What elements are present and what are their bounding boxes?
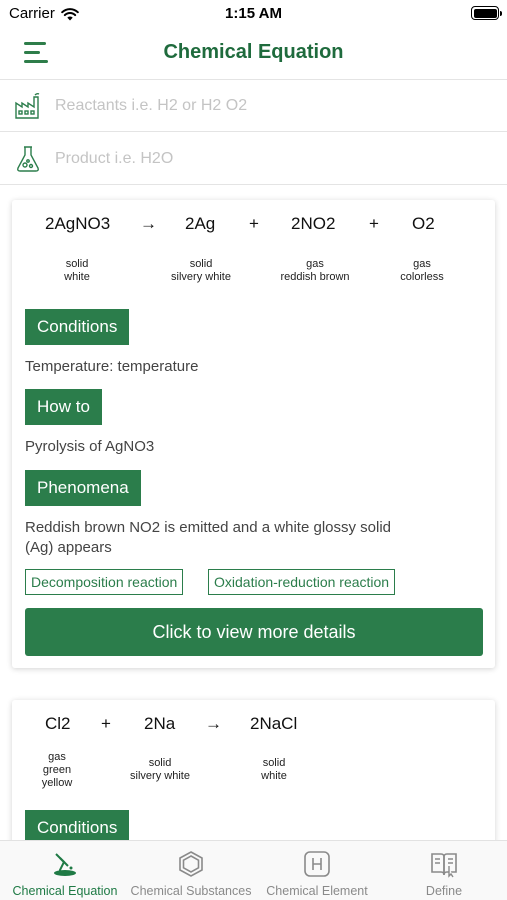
product-input[interactable] xyxy=(55,149,475,168)
plus-symbol: + xyxy=(369,214,379,233)
status-time: 1:15 AM xyxy=(225,5,282,22)
phenomena-text: Reddish brown NO2 is emitted and a white… xyxy=(25,518,391,558)
substance-state: solid silvery white xyxy=(171,258,231,283)
reactants-search-row[interactable] xyxy=(0,80,507,132)
tab-define[interactable]: Define xyxy=(384,841,504,900)
tab-chemical-substances[interactable]: Chemical Substances xyxy=(128,841,254,900)
tab-label: Chemical Equation xyxy=(12,884,118,898)
substance-state: gas green yellow xyxy=(41,751,73,789)
tab-bar: Chemical Equation Chemical Substances Ch… xyxy=(0,840,507,900)
view-details-button[interactable]: Click to view more details xyxy=(25,608,483,656)
arrow-symbol: → xyxy=(140,214,157,233)
tab-label: Chemical Element xyxy=(266,884,368,898)
substance-state: gas reddish brown xyxy=(280,258,350,283)
substance-state: gas colorless xyxy=(400,258,444,283)
substance-state: solid white xyxy=(261,757,287,782)
tab-chemical-element[interactable]: Chemical Element xyxy=(256,841,378,900)
substance-label[interactable]: O2 xyxy=(412,214,435,234)
plus-symbol: + xyxy=(101,714,111,733)
tag-oxidation-reduction[interactable]: Oxidation-reduction reaction xyxy=(208,569,396,595)
page-title: Chemical Equation xyxy=(163,41,344,63)
phenomena-line: Reddish brown NO2 is emitted and a white… xyxy=(25,519,392,536)
conditions-button[interactable]: Conditions xyxy=(25,309,130,345)
factory-icon xyxy=(15,92,40,119)
flask-pour-icon xyxy=(54,853,76,876)
product-search-row[interactable] xyxy=(0,133,507,185)
tab-chemical-equation[interactable]: Chemical Equation xyxy=(0,841,130,900)
phenomena-line: (Ag) appears xyxy=(25,539,112,556)
element-h-icon xyxy=(304,851,330,877)
plus-symbol: + xyxy=(249,214,259,233)
substance-label[interactable]: 2Na xyxy=(144,714,175,734)
book-icon xyxy=(431,853,457,878)
tab-label: Chemical Substances xyxy=(130,884,252,898)
tag-decomposition[interactable]: Decomposition reaction xyxy=(25,569,184,595)
substance-state: solid silvery white xyxy=(130,757,190,782)
howto-text: Pyrolysis of AgNO3 xyxy=(25,438,155,455)
substance-label[interactable]: Cl2 xyxy=(45,714,71,734)
arrow-symbol: → xyxy=(205,714,222,733)
equation-card: 2AgNO3 → 2Ag + 2NO2 + O2 solid white soli… xyxy=(12,200,495,668)
tab-label: Define xyxy=(425,884,463,898)
status-bar: Carrier 1:15 AM xyxy=(0,0,507,30)
nav-bar: Chemical Equation xyxy=(0,30,507,80)
substance-label[interactable]: 2NaCl xyxy=(250,714,297,734)
substance-label[interactable]: 2Ag xyxy=(185,214,215,234)
howto-button[interactable]: How to xyxy=(25,389,102,425)
conditions-text: Temperature: temperature xyxy=(25,358,199,375)
battery-icon xyxy=(471,6,502,20)
substance-label[interactable]: 2NO2 xyxy=(291,214,335,234)
equation-card: Cl2 + 2Na → 2NaCl gas green yellow solid si… xyxy=(12,700,495,850)
reactants-input[interactable] xyxy=(55,96,475,115)
substance-state: solid white xyxy=(64,258,90,283)
flask-icon xyxy=(17,145,39,172)
hexagon-icon xyxy=(179,851,203,877)
phenomena-button[interactable]: Phenomena xyxy=(25,470,141,506)
substance-label[interactable]: 2AgNO3 xyxy=(45,214,110,234)
